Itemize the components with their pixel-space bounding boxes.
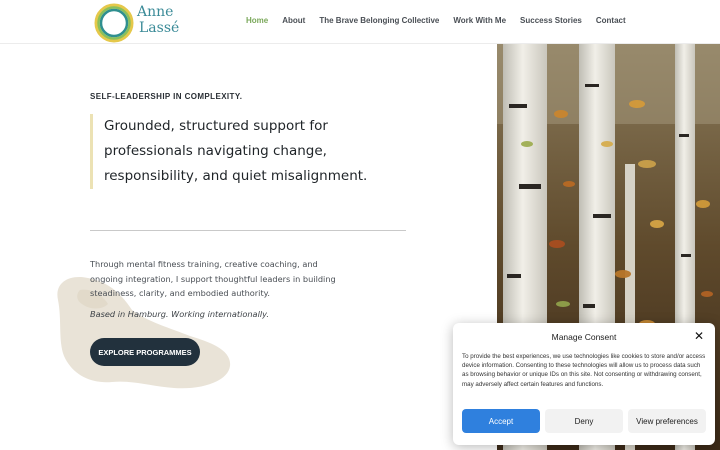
logo-line-1: Anne (137, 4, 174, 20)
consent-title: Manage Consent (551, 332, 617, 342)
site-header: Anne Lassé Home About The Brave Belongin… (0, 0, 720, 44)
logo-line-2: Lassé (139, 20, 180, 36)
hero-quote-block: Grounded, structured support for profess… (90, 114, 390, 189)
explore-programmes-button[interactable]: Explore Programmes (90, 338, 200, 366)
nav-brave-belonging-collective[interactable]: The Brave Belonging Collective (319, 16, 439, 25)
nav-contact[interactable]: Contact (596, 16, 626, 25)
hero-body: Through mental fitness training, creativ… (90, 259, 336, 298)
nav-work-with-me[interactable]: Work With Me (453, 16, 506, 25)
hero-eyebrow: SELF-LEADERSHIP IN COMPLEXITY. (90, 92, 243, 101)
site-logo[interactable]: Anne Lassé (92, 1, 192, 43)
hero-divider (90, 230, 406, 231)
nav-success-stories[interactable]: Success Stories (520, 16, 582, 25)
hero-location: Based in Hamburg. Working internationall… (90, 309, 269, 319)
logo-wordmark: Anne Lassé (137, 4, 179, 36)
consent-text: To provide the best experiences, we use … (462, 353, 706, 388)
view-preferences-button[interactable]: View preferences (628, 409, 706, 433)
hero-quote: Grounded, structured support for profess… (104, 118, 368, 184)
nav-home[interactable]: Home (246, 16, 268, 25)
deny-button[interactable]: Deny (545, 409, 623, 433)
close-icon[interactable]: ✕ (692, 329, 706, 343)
accept-button[interactable]: Accept (462, 409, 540, 433)
circle-rings-logo-icon (94, 3, 134, 43)
main-nav: Home About The Brave Belonging Collectiv… (246, 16, 626, 25)
consent-dialog: Manage Consent ✕ To provide the best exp… (453, 323, 715, 445)
nav-about[interactable]: About (282, 16, 305, 25)
